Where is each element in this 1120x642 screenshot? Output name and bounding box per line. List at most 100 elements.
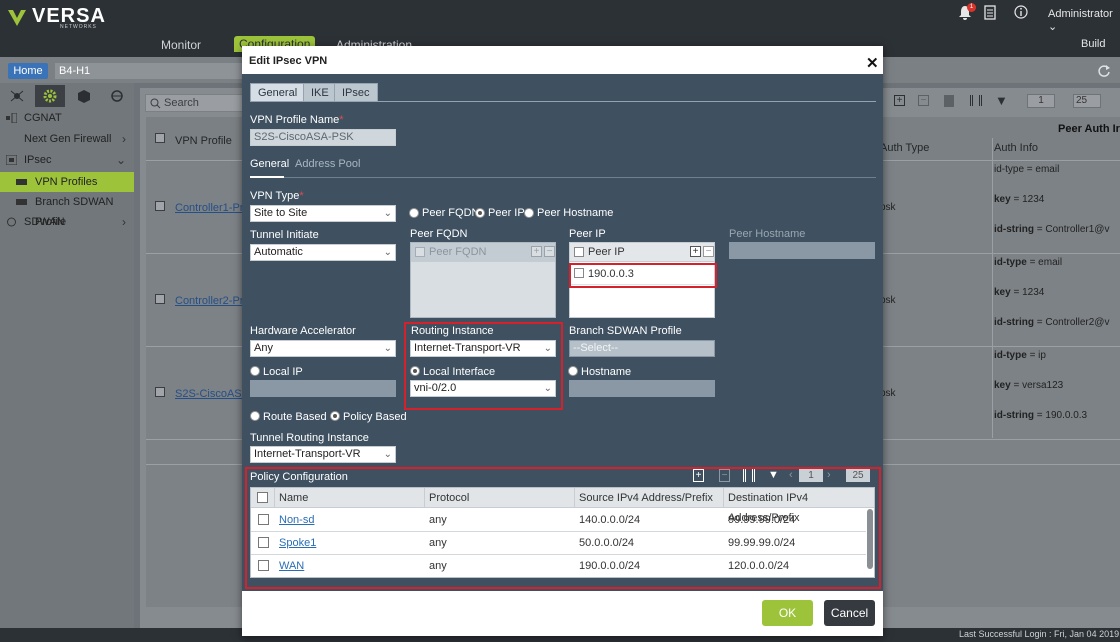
settings-gear-icon[interactable] [35,85,65,107]
row-checkbox[interactable] [155,387,165,397]
vpn-type-value: Site to Site [254,207,308,219]
auth-value: = email [1026,164,1060,175]
tab-general[interactable]: General [250,83,306,102]
globe-icon[interactable] [102,85,132,107]
refresh-icon[interactable] [1097,64,1111,78]
radio-peer-fqdn[interactable] [409,208,419,218]
peer-ip-label: Peer IP [569,228,606,240]
highlight-routing-instance [404,322,563,410]
chevron-down-icon: ⌄ [383,343,392,354]
cgnat-icon [6,113,17,123]
row-checkbox[interactable] [155,294,165,304]
profile-link[interactable]: Controller2-Prof [175,295,253,307]
chevron-down-icon: ⌄ [1048,21,1058,33]
dialog-title: Edit IPsec VPN [249,55,328,67]
auth-value: = ip [1029,350,1046,361]
notification-badge: 1 [967,3,976,12]
route-based-label: Route Based [263,411,327,423]
subtab-general[interactable]: General [250,158,289,170]
vpn-profile-name-label: VPN Profile Name* [250,114,344,126]
add-icon[interactable]: + [894,95,905,106]
columns-icon[interactable] [970,95,982,106]
last-login: Last Successful Login : Fri, Jan 04 2019… [959,629,1120,639]
col-auth-type: Auth Type [880,142,930,154]
tab-ipsec[interactable]: IPsec [334,83,378,102]
peer-hostname-field [729,242,875,259]
document-icon[interactable] [984,5,996,20]
radio-hostname[interactable] [568,366,578,376]
cube-icon[interactable] [69,85,99,107]
nav-monitor[interactable]: Monitor [161,38,201,52]
tunnel-initiate-select[interactable]: Automatic ⌄ [250,244,396,261]
network-icon[interactable] [2,85,32,107]
hardware-accelerator-value: Any [254,342,273,354]
radio-peer-hostname[interactable] [524,208,534,218]
chevron-down-icon: ⌄ [383,449,392,460]
add-icon[interactable]: + [690,246,701,257]
radio-peer-ip[interactable] [475,208,485,218]
sidebar-item-ipsec[interactable]: IPsec ⌄ [0,150,134,170]
tunnel-routing-instance-value: Internet-Transport-VR [254,448,361,460]
sidebar-item-cgnat[interactable]: CGNAT [0,108,134,128]
subtab-address-pool[interactable]: Address Pool [295,158,360,170]
row-checkbox[interactable] [155,201,165,211]
radio-policy-based[interactable] [330,411,340,421]
branch-sdwan-profile-label: Branch SDWAN Profile [569,325,682,337]
auth-key: key [994,380,1011,391]
user-menu[interactable]: Administrator ⌄ [1048,8,1120,33]
tab-ike[interactable]: IKE [303,83,337,102]
user-name: Administrator [1048,8,1113,20]
auth-key: id-string [994,410,1034,421]
group-peer-auth: Peer Auth Ir [1058,123,1120,135]
vpn-profile-name-field[interactable]: S2S-CiscoASA-PSK [250,129,396,146]
sidebar-item-vpn-profiles[interactable]: VPN Profiles [0,172,134,192]
tenant-field[interactable]: B4-H1 [55,63,245,79]
page-number[interactable]: 1 [1027,94,1055,108]
peer-hostname-option-label: Peer Hostname [537,207,614,219]
chevron-right-icon: › [122,132,126,146]
profile-link[interactable]: Controller1-Prof [175,202,253,214]
peer-ip-select-all[interactable] [574,247,584,257]
chevron-down-icon: ⌄ [383,208,392,219]
info-icon[interactable] [1014,5,1028,19]
sdwan-icon [7,217,16,227]
subtab-active-indicator [250,176,284,178]
nav-build[interactable]: Build [1081,38,1105,50]
vpn-type-select[interactable]: Site to Site ⌄ [250,205,396,222]
filter-icon[interactable]: ▼ [995,93,1008,108]
copy-icon[interactable] [944,95,954,107]
radio-route-based[interactable] [250,411,260,421]
hardware-accelerator-select[interactable]: Any ⌄ [250,340,396,357]
peer-fqdn-list-header: Peer FQDN + − [411,243,555,262]
page-size[interactable]: 25 [1073,94,1101,108]
close-icon[interactable]: ✕ [866,54,879,72]
cancel-button[interactable]: Cancel [824,600,875,626]
peer-ip-column: Peer IP [588,246,625,258]
peer-hostname-label: Peer Hostname [729,228,806,240]
sidebar-item-next-gen-firewall[interactable]: Next Gen Firewall › [0,129,134,149]
peer-ip-list-header: Peer IP + − [570,243,714,262]
sidebar-item-branch-sdwan-profile[interactable]: Branch SDWAN Profile [0,192,134,228]
auth-value: = email [1029,257,1063,268]
tunnel-routing-instance-select[interactable]: Internet-Transport-VR ⌄ [250,446,396,463]
auth-key: key [994,287,1011,298]
versa-logo-icon [8,10,26,26]
radio-local-ip[interactable] [250,366,260,376]
remove-icon[interactable]: − [703,246,714,257]
sidebar-item-label: VPN Profiles [35,176,98,188]
branch-sdwan-profile-select[interactable]: --Select-- [569,340,715,357]
auth-key: id-type [994,257,1027,268]
local-ip-field [250,380,396,397]
tab-divider [250,101,876,102]
peer-fqdn-select-all [415,247,425,257]
select-all-checkbox[interactable] [155,133,165,143]
chevron-down-icon: ⌄ [115,153,126,167]
chevron-right-icon: › [122,215,126,229]
hostname-label: Hostname [581,366,632,378]
sidebar-item-label: Next Gen Firewall [24,133,112,145]
sidebar-item-sdwan[interactable]: SDWAN › [0,212,134,232]
ok-button[interactable]: OK [762,600,813,626]
remove-icon[interactable]: − [918,95,929,106]
home-button[interactable]: Home [8,63,48,79]
add-icon: + [531,246,542,257]
